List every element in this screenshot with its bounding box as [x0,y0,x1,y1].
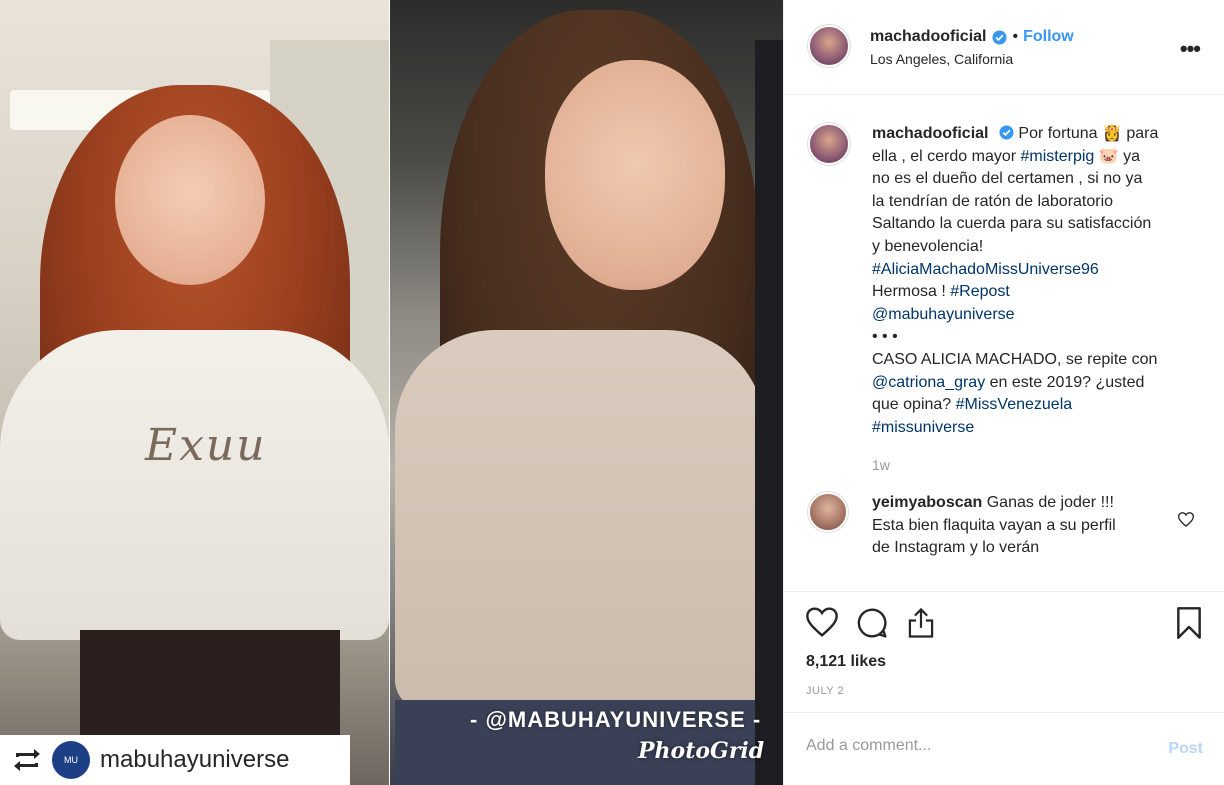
verified-badge-icon [992,30,1007,45]
caption-line: que opina? [872,396,956,414]
author-username[interactable]: machadooficial [870,28,986,46]
mention-link[interactable]: @catriona_gray [872,374,985,391]
comment-text: yeimyaboscan Ganas de joder !!! Esta bie… [872,492,1172,560]
caption-line: la tendrían de ratón de laboratorio [872,192,1114,210]
hashtag-link[interactable]: #misterpig [1021,148,1095,165]
caption-line: CASO ALICIA MACHADO, se repite con [872,350,1158,368]
share-icon[interactable] [906,607,936,644]
woman-face-right [545,60,725,290]
more-options-icon[interactable]: ••• [1180,36,1201,62]
caption-dots: • • • [872,328,898,346]
caption-avatar[interactable] [808,123,850,165]
bookmark-icon[interactable] [1175,607,1203,644]
post-header: machadooficial • Follow Los Angeles, Cal… [784,0,1224,95]
caption-timestamp[interactable]: 1w [872,454,1202,477]
comment-item: yeimyaboscan Ganas de joder !!! Esta bie… [808,492,1208,560]
side-person [755,40,783,785]
comment-line: Esta bien flaquita vayan a su perfil [872,516,1116,534]
likes-count[interactable]: 8,121 likes [806,653,886,671]
hashtag-link[interactable]: #missuniverse [872,419,974,436]
heart-icon[interactable] [806,607,838,644]
comment-like-heart-icon[interactable] [1177,512,1195,532]
caption-line: Hermosa ! [872,283,951,301]
verified-badge-icon [999,125,1014,140]
woman-face-left [115,115,265,285]
hashtag-link[interactable]: #AliciaMachadoMissUniverse96 [872,261,1099,278]
commenter-username[interactable]: yeimyaboscan [872,494,982,511]
add-comment-bar: Post [784,712,1224,785]
photo-left: Exuu [0,0,389,785]
dot-separator: • [1012,28,1019,45]
follow-button[interactable]: Follow [1023,28,1074,46]
post-side-panel: machadooficial • Follow Los Angeles, Cal… [783,0,1224,785]
caption-text: machadooficial Por fortuna 👸 para ella ,… [872,123,1202,477]
caption-line: Saltando la cuerda para su satisfacción [872,215,1152,233]
white-shirt [0,330,389,640]
post-media[interactable]: Exuu - @MABUHAYUNIVERSE - PhotoGrid MU m… [0,0,783,785]
comment-line: Ganas de joder !!! [982,494,1114,511]
repost-avatar: MU [52,741,90,779]
post-comment-button[interactable]: Post [1168,740,1203,758]
caption-line: 🐷 ya [1094,147,1141,165]
beige-top [395,330,765,710]
caption-line: Por fortuna 👸 para [1018,125,1159,142]
post-location[interactable]: Los Angeles, California [870,51,1013,67]
caption-username[interactable]: machadooficial [872,125,988,142]
post-date[interactable]: JULY 2 [806,685,844,697]
author-avatar[interactable] [808,25,850,67]
commenter-avatar[interactable] [808,492,848,532]
caption-line: no es el dueño del certamen , si no ya [872,170,1143,188]
hashtag-link[interactable]: #MissVenezuela [956,396,1073,413]
comment-input[interactable] [806,737,1136,755]
photogrid-watermark: PhotoGrid [638,738,765,764]
hashtag-link[interactable]: #Repost [950,283,1010,300]
repost-credit: MU mabuhayuniverse [0,735,350,785]
caption-line: ella , el cerdo mayor [872,147,1021,165]
comment-icon[interactable] [856,607,888,644]
post-actions: 8,121 likes JULY 2 [784,591,1224,697]
mabuhay-watermark: - @MABUHAYUNIVERSE - [470,707,762,732]
comment-line: de Instagram y lo verán [872,539,1040,557]
repost-icon [12,747,42,773]
caption-line: en este 2019? ¿usted [985,373,1145,391]
repost-username: mabuhayuniverse [100,746,290,773]
shirt-print: Exuu [145,420,267,471]
mention-link[interactable]: @mabuhayuniverse [872,306,1015,323]
caption-line: y benevolencia! [872,237,984,255]
caption: machadooficial Por fortuna 👸 para ella ,… [808,123,1208,477]
